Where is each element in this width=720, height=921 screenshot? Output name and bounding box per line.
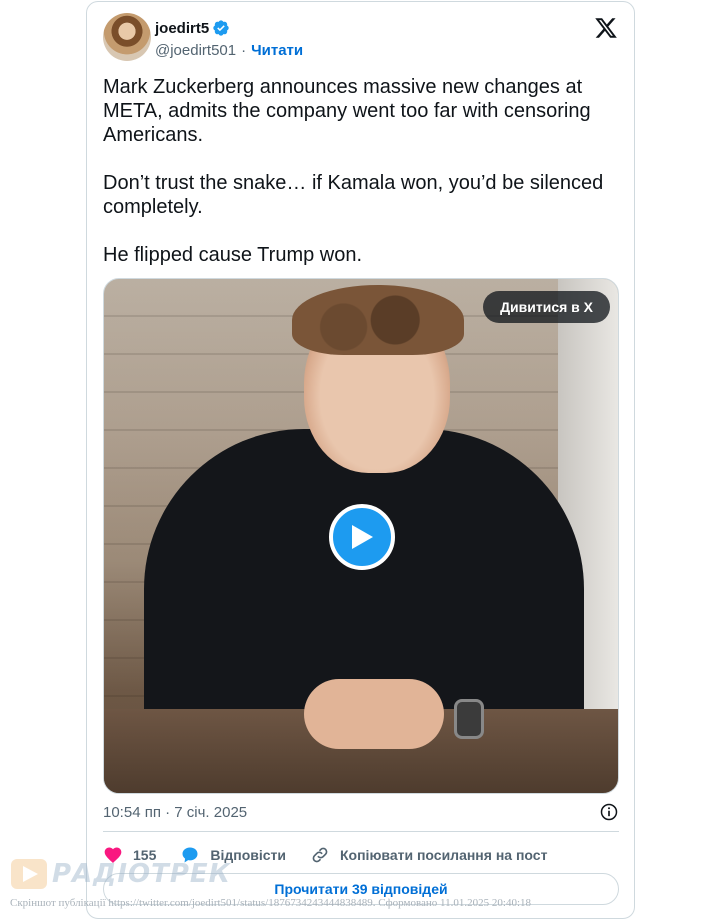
author-avatar[interactable] <box>103 13 151 61</box>
play-button[interactable] <box>329 504 395 570</box>
author-handle[interactable]: @joedirt501 <box>155 42 236 59</box>
divider <box>103 831 619 832</box>
watch-on-x-button[interactable]: Дивитися в X <box>483 291 610 323</box>
verified-badge-icon <box>213 20 229 36</box>
tweet-text: Mark Zuckerberg announces massive new ch… <box>103 75 613 291</box>
screenshot-caption: Скріншот публікації https://twitter.com/… <box>10 897 532 909</box>
info-icon[interactable] <box>599 802 619 822</box>
link-icon <box>312 847 328 863</box>
tweet-timestamp[interactable]: 10:54 пп · 7 січ. 2025 <box>103 804 247 821</box>
author-display-name[interactable]: joedirt5 <box>155 20 209 37</box>
person-hair <box>292 285 464 355</box>
copy-link-label: Копіювати посилання на пост <box>340 847 548 863</box>
video-thumbnail[interactable]: Дивитися в X <box>103 278 619 794</box>
play-logo-icon <box>11 859 47 889</box>
wristwatch <box>454 699 484 739</box>
tweet-card: joedirt5 @joedirt501 · Читати Mark Zucke… <box>86 1 635 919</box>
play-icon <box>352 525 373 549</box>
x-logo-icon[interactable] <box>594 16 618 40</box>
follow-link[interactable]: Читати <box>251 42 303 59</box>
tweet-paragraph: Mark Zuckerberg announces massive new ch… <box>103 76 591 146</box>
copy-link-button[interactable]: Копіювати посилання на пост <box>310 845 547 865</box>
radiotrek-watermark-logo: РАДІОТРЕК <box>10 857 231 891</box>
author-block: joedirt5 @joedirt501 · Читати <box>155 18 303 60</box>
tweet-paragraph: Don’t trust the snake… if Kamala won, yo… <box>103 172 604 218</box>
watermark-logo-text: РАДІОТРЕК <box>52 859 231 889</box>
person-hands <box>304 679 444 749</box>
tweet-paragraph: He flipped cause Trump won. <box>103 244 363 266</box>
separator-dot: · <box>241 41 247 59</box>
timestamp-row: 10:54 пп · 7 січ. 2025 <box>103 801 619 823</box>
